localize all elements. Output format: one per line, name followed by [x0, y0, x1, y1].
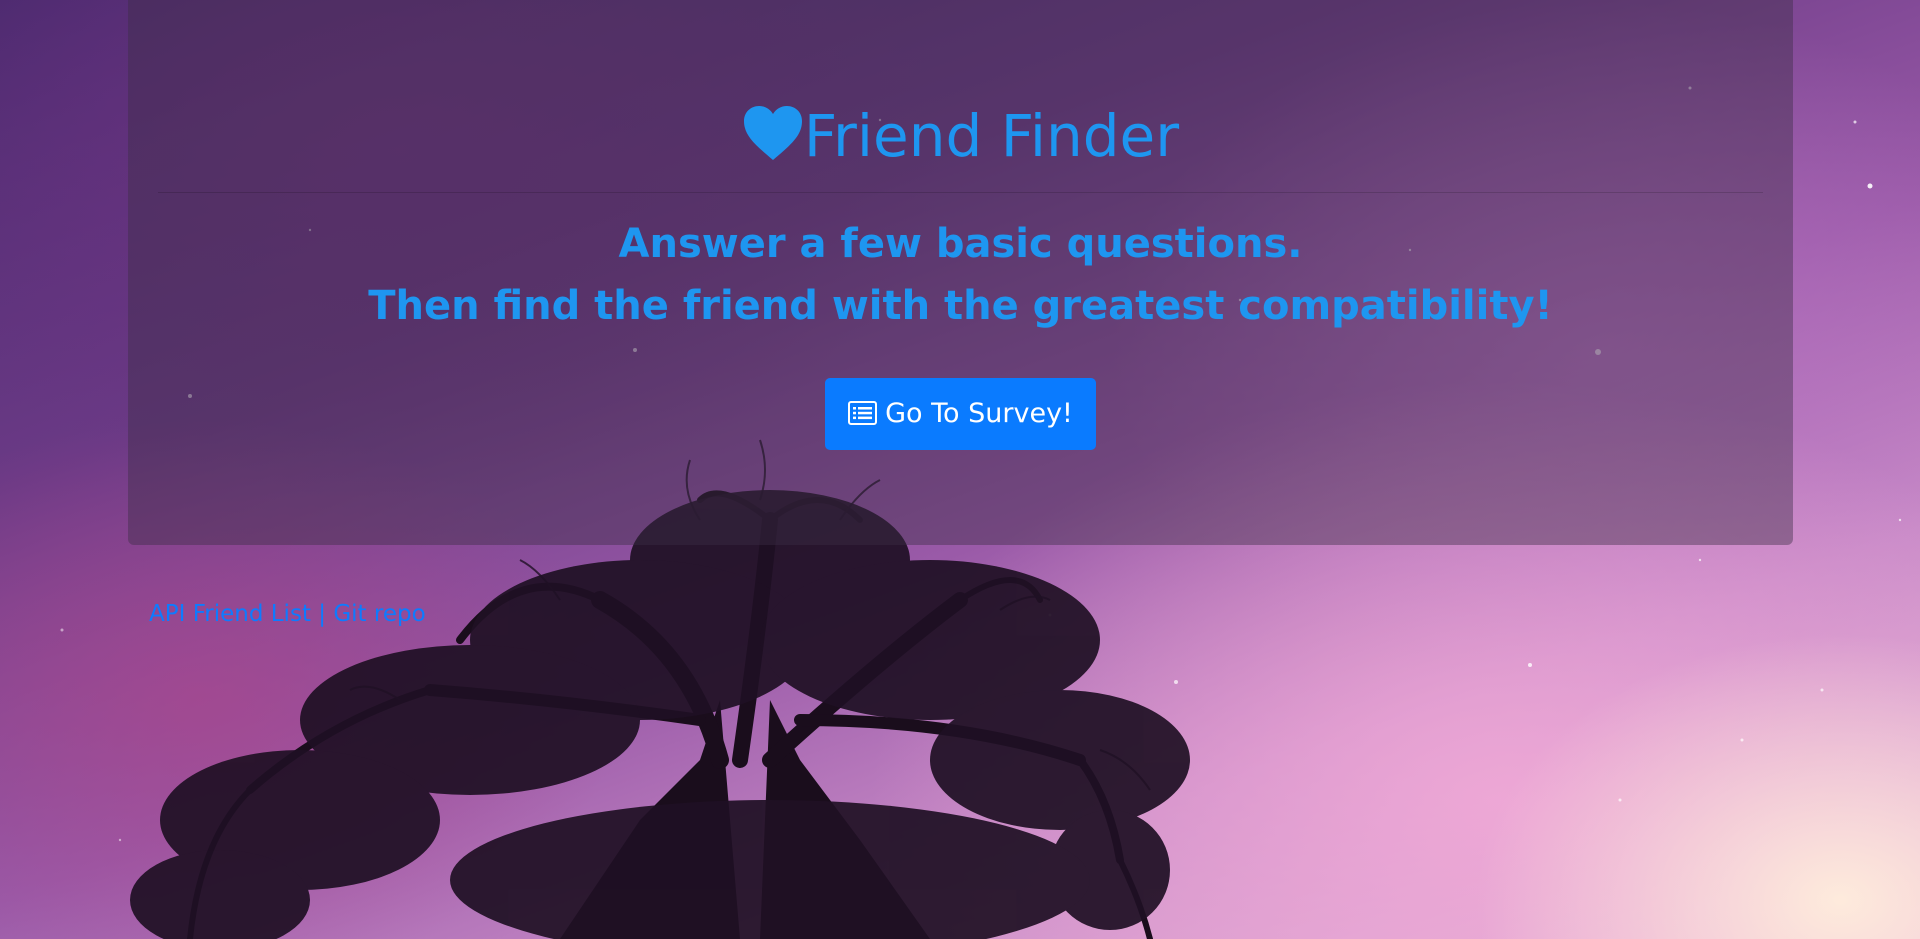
- intro-line-2: Then find the friend with the greatest c…: [368, 283, 1553, 329]
- footer-separator: |: [318, 601, 327, 627]
- jumbotron-panel: Friend Finder Answer a few basic questio…: [128, 0, 1793, 545]
- footer-links: API Friend List | Git repo: [149, 596, 426, 632]
- page-title: Friend Finder: [128, 100, 1793, 172]
- go-to-survey-label: Go To Survey!: [885, 398, 1073, 429]
- intro-line-1: Answer a few basic questions.: [618, 221, 1303, 267]
- divider: [158, 192, 1763, 193]
- api-friend-list-link[interactable]: API Friend List: [149, 601, 311, 627]
- go-to-survey-button[interactable]: Go To Survey!: [825, 378, 1096, 450]
- heart-icon: [743, 106, 802, 160]
- list-alt-icon: [848, 401, 878, 425]
- page-title-text: Friend Finder: [803, 102, 1180, 170]
- git-repo-link[interactable]: Git repo: [333, 601, 425, 627]
